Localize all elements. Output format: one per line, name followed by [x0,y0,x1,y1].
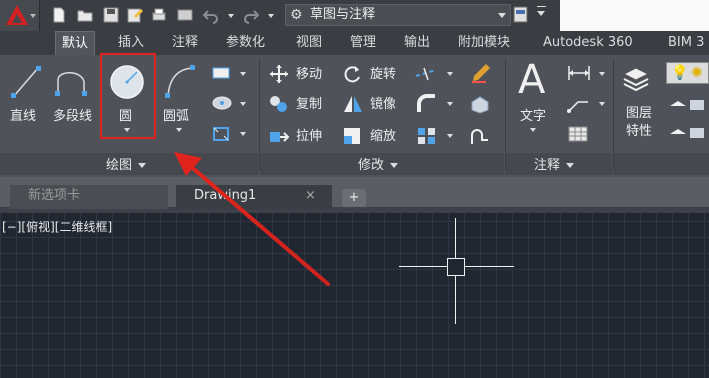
workspace-settings-icon[interactable] [512,4,530,26]
scale-tool-label[interactable]: 缩放 [370,128,396,146]
workspace-switcher[interactable]: ⚙ 草图与注释 [285,4,511,26]
viewport-controls[interactable]: [−][俯视][二维线框] [2,220,112,234]
layer-properties-icon[interactable] [620,62,652,94]
title-area [560,0,709,31]
application-menu-button[interactable] [0,0,40,31]
print-icon[interactable] [150,6,168,24]
layer-state-icon[interactable] [668,124,708,142]
rotate-tool-label[interactable]: 旋转 [370,66,396,84]
chevron-down-icon [566,163,575,168]
copy-tool-label[interactable]: 复制 [296,96,322,114]
chevron-down-icon[interactable] [240,72,246,76]
print-dropdown-icon[interactable] [176,6,194,24]
chevron-down-icon[interactable] [447,134,453,138]
chevron-down-icon[interactable] [530,128,536,132]
document-tab-bar: 新选项卡 Drawing1 × + [0,177,709,213]
explode-icon[interactable] [468,94,492,114]
sun-icon: ✺ [691,65,703,81]
hatch-icon[interactable] [210,94,234,112]
tab-output[interactable]: 输出 [398,31,436,55]
chevron-down-icon[interactable] [240,132,246,136]
drawing-canvas[interactable] [0,213,709,378]
stretch-icon[interactable] [268,126,290,146]
text-icon[interactable]: A [518,58,545,102]
chevron-down-icon[interactable] [240,102,246,106]
gear-icon: ⚙ [290,7,303,23]
chevron-down-icon[interactable] [447,102,453,106]
save-icon[interactable] [102,6,120,24]
draw-panel-title[interactable]: 绘图 [106,157,147,175]
ribbon-tab-bar: 默认 插入 注释 参数化 视图 管理 输出 附加模块 Autodesk 360 … [0,31,709,55]
copy-icon[interactable] [268,94,290,114]
layers-panel-footer [614,153,709,175]
boundary-icon[interactable] [210,124,234,144]
chevron-down-icon [30,14,36,18]
chevron-down-icon[interactable] [268,14,274,18]
customize-quick-access-icon[interactable] [537,11,545,16]
trim-icon[interactable] [414,64,440,84]
layer-properties-label-1[interactable]: 图层 [626,106,652,122]
erase-icon[interactable] [468,62,492,84]
leader-icon[interactable] [566,94,592,114]
offset-icon[interactable] [468,126,492,146]
chevron-down-icon[interactable] [599,102,605,106]
stretch-tool-label[interactable]: 拉伸 [296,128,322,146]
line-icon[interactable] [8,62,44,102]
chevron-down-icon [138,163,147,168]
chevron-down-icon[interactable] [124,128,130,132]
tab-new-tab[interactable]: 新选项卡 [10,185,168,209]
dimension-icon[interactable] [566,64,592,82]
modify-panel-title[interactable]: 修改 [358,157,399,175]
arc-icon[interactable] [162,62,198,102]
open-folder-icon[interactable] [76,6,94,24]
undo-icon[interactable] [202,6,220,24]
mirror-tool-label[interactable]: 镜像 [370,96,396,114]
tab-annotate[interactable]: 注释 [166,31,204,55]
text-tool-label[interactable]: 文字 [520,109,546,125]
layer-tools-icon[interactable] [668,96,708,114]
tab-view[interactable]: 视图 [290,31,328,55]
close-icon[interactable]: × [305,187,316,205]
mirror-icon[interactable] [342,94,364,114]
rotate-icon[interactable] [342,64,364,84]
annotation-panel-title[interactable]: 注释 [534,157,575,175]
line-tool-label[interactable]: 直线 [10,109,36,125]
move-icon[interactable] [268,64,290,84]
title-bar: ⚙ 草图与注释 [0,0,709,31]
tab-parametric[interactable]: 参数化 [220,31,271,55]
chevron-down-icon [390,163,399,168]
lightbulb-icon: 💡 [671,65,689,81]
chevron-down-icon [498,13,506,18]
tab-autodesk-360[interactable]: Autodesk 360 [537,31,639,55]
new-file-icon[interactable] [50,6,68,24]
cursor-pickbox [447,258,465,276]
chevron-down-icon[interactable] [228,14,234,18]
polyline-tool-label[interactable]: 多段线 [53,109,92,125]
tab-bim[interactable]: BIM 3 [662,31,709,55]
add-tab-button[interactable]: + [342,189,366,207]
table-icon[interactable] [566,124,590,144]
tab-home[interactable]: 默认 [55,31,96,55]
layer-dropdown[interactable]: 💡 ✺ [666,62,709,84]
rectangle-icon[interactable] [210,64,234,82]
chevron-down-icon[interactable] [447,72,453,76]
customize-bar-icon [537,6,546,7]
circle-tool-label[interactable]: 圆 [119,109,132,125]
move-tool-label[interactable]: 移动 [296,66,322,84]
polyline-icon[interactable] [52,62,96,102]
layer-properties-label-2[interactable]: 特性 [626,124,652,140]
save-as-icon[interactable] [126,6,144,24]
chevron-down-icon[interactable] [176,128,182,132]
chevron-down-icon[interactable] [599,72,605,76]
tab-insert[interactable]: 插入 [112,31,150,55]
workspace-label: 草图与注释 [310,7,376,22]
scale-icon[interactable] [342,126,364,146]
array-icon[interactable] [416,126,438,146]
fillet-icon[interactable] [416,94,438,114]
arc-tool-label[interactable]: 圆弧 [163,109,189,125]
tab-addins[interactable]: 附加模块 [452,31,516,55]
tab-manage[interactable]: 管理 [344,31,382,55]
redo-icon[interactable] [242,6,260,24]
circle-icon[interactable] [107,62,147,102]
